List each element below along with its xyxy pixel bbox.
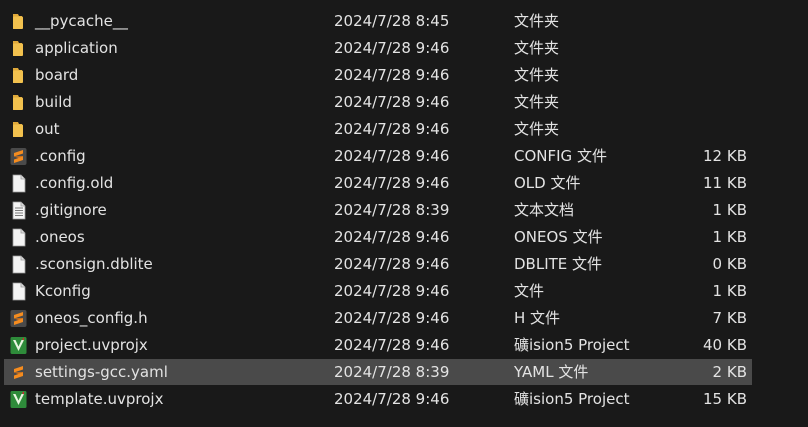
file-size: 40 KB bbox=[703, 336, 747, 354]
file-type: DBLITE 文件 bbox=[514, 255, 603, 273]
folder-icon bbox=[9, 39, 28, 58]
file-name: application bbox=[35, 39, 118, 57]
file-size: 2 KB bbox=[712, 363, 747, 381]
file-name: .config bbox=[35, 147, 86, 165]
file-date-modified: 2024/7/28 9:46 bbox=[334, 120, 450, 138]
file-date-modified: 2024/7/28 9:46 bbox=[334, 147, 450, 165]
file-size bbox=[646, 35, 747, 62]
file-size: 7 KB bbox=[712, 309, 747, 327]
file-size: 1 KB bbox=[712, 282, 747, 300]
file-date-modified: 2024/7/28 9:46 bbox=[334, 93, 450, 111]
file-date-modified: 2024/7/28 8:39 bbox=[334, 363, 450, 381]
file-size: 1 KB bbox=[712, 201, 747, 219]
file-row[interactable]: template.uvprojx 2024/7/28 9:46 礦ision5 Pr… bbox=[0, 386, 808, 413]
folder-icon bbox=[9, 12, 28, 31]
file-date-modified: 2024/7/28 9:46 bbox=[334, 228, 450, 246]
file-size bbox=[646, 116, 747, 143]
blank-file-icon bbox=[9, 255, 28, 274]
file-date-modified: 2024/7/28 9:46 bbox=[334, 336, 450, 354]
sublime-file-icon bbox=[9, 363, 28, 382]
file-date-modified: 2024/7/28 9:46 bbox=[334, 282, 450, 300]
blank-file-icon bbox=[9, 282, 28, 301]
sublime-file-icon bbox=[9, 309, 28, 328]
file-size: 0 KB bbox=[712, 255, 747, 273]
file-type: 文件夹 bbox=[514, 39, 560, 57]
file-name: out bbox=[35, 120, 60, 138]
file-name: oneos_config.h bbox=[35, 309, 148, 327]
blank-file-icon bbox=[9, 174, 28, 193]
file-date-modified: 2024/7/28 8:45 bbox=[334, 12, 450, 30]
file-list: __pycache__ 2024/7/28 8:45 文件夹 application 2… bbox=[0, 0, 808, 427]
file-row[interactable]: .sconsign.dblite 2024/7/28 9:46 DBLITE 文件 0… bbox=[0, 251, 808, 278]
file-size bbox=[646, 62, 747, 89]
folder-icon bbox=[9, 120, 28, 139]
file-date-modified: 2024/7/28 9:46 bbox=[334, 174, 450, 192]
file-name: project.uvprojx bbox=[35, 336, 148, 354]
file-row[interactable]: .gitignore 2024/7/28 8:39 文本文档 1 KB bbox=[0, 197, 808, 224]
file-type: 文件夹 bbox=[514, 66, 560, 84]
file-type: 文件 bbox=[514, 282, 545, 300]
file-name: .oneos bbox=[35, 228, 85, 246]
file-name: __pycache__ bbox=[35, 12, 128, 30]
file-name: .gitignore bbox=[35, 201, 107, 219]
file-size: 11 KB bbox=[703, 174, 747, 192]
file-name: .sconsign.dblite bbox=[35, 255, 153, 273]
file-row[interactable]: application 2024/7/28 9:46 文件夹 bbox=[0, 35, 808, 62]
file-size: 1 KB bbox=[712, 228, 747, 246]
file-type: 文件夹 bbox=[514, 120, 560, 138]
file-type: 礦ision5 Project bbox=[514, 390, 630, 408]
file-date-modified: 2024/7/28 9:46 bbox=[334, 39, 450, 57]
file-row[interactable]: build 2024/7/28 9:46 文件夹 bbox=[0, 89, 808, 116]
file-row[interactable]: project.uvprojx 2024/7/28 9:46 礦ision5 Pro… bbox=[0, 332, 808, 359]
blank-file-icon bbox=[9, 228, 28, 247]
file-type: H 文件 bbox=[514, 309, 561, 327]
file-name: .config.old bbox=[35, 174, 114, 192]
text-file-icon bbox=[9, 201, 28, 220]
file-date-modified: 2024/7/28 9:46 bbox=[334, 309, 450, 327]
file-row[interactable]: __pycache__ 2024/7/28 8:45 文件夹 bbox=[0, 8, 808, 35]
file-name: build bbox=[35, 93, 72, 111]
file-date-modified: 2024/7/28 9:46 bbox=[334, 390, 450, 408]
file-size bbox=[646, 8, 747, 35]
file-row[interactable]: oneos_config.h 2024/7/28 9:46 H 文件 7 KB bbox=[0, 305, 808, 332]
file-row[interactable]: .oneos 2024/7/28 9:46 ONEOS 文件 1 KB bbox=[0, 224, 808, 251]
file-name: Kconfig bbox=[35, 282, 91, 300]
file-row[interactable]: .config.old 2024/7/28 9:46 OLD 文件 11 KB bbox=[0, 170, 808, 197]
file-name: board bbox=[35, 66, 79, 84]
file-size: 12 KB bbox=[703, 147, 747, 165]
file-type: 文件夹 bbox=[514, 93, 560, 111]
file-size bbox=[646, 89, 747, 116]
file-type: YAML 文件 bbox=[514, 363, 589, 381]
file-type: CONFIG 文件 bbox=[514, 147, 607, 165]
file-name: template.uvprojx bbox=[35, 390, 164, 408]
file-row[interactable]: .config 2024/7/28 9:46 CONFIG 文件 12 KB bbox=[0, 143, 808, 170]
file-type: ONEOS 文件 bbox=[514, 228, 603, 246]
file-row[interactable]: settings-gcc.yaml 2024/7/28 8:39 YAML 文件 2 … bbox=[0, 359, 808, 386]
file-name: settings-gcc.yaml bbox=[35, 363, 168, 381]
file-type: 文本文档 bbox=[514, 201, 575, 219]
keil-project-icon bbox=[9, 390, 28, 409]
keil-project-icon bbox=[9, 336, 28, 355]
file-type: OLD 文件 bbox=[514, 174, 581, 192]
file-date-modified: 2024/7/28 8:39 bbox=[334, 201, 450, 219]
file-type: 礦ision5 Project bbox=[514, 336, 630, 354]
file-row[interactable]: out 2024/7/28 9:46 文件夹 bbox=[0, 116, 808, 143]
folder-icon bbox=[9, 93, 28, 112]
folder-icon bbox=[9, 66, 28, 85]
file-date-modified: 2024/7/28 9:46 bbox=[334, 255, 450, 273]
file-size: 15 KB bbox=[703, 390, 747, 408]
file-date-modified: 2024/7/28 9:46 bbox=[334, 66, 450, 84]
file-row[interactable]: board 2024/7/28 9:46 文件夹 bbox=[0, 62, 808, 89]
file-row[interactable]: Kconfig 2024/7/28 9:46 文件 1 KB bbox=[0, 278, 808, 305]
file-type: 文件夹 bbox=[514, 12, 560, 30]
sublime-file-icon bbox=[9, 147, 28, 166]
